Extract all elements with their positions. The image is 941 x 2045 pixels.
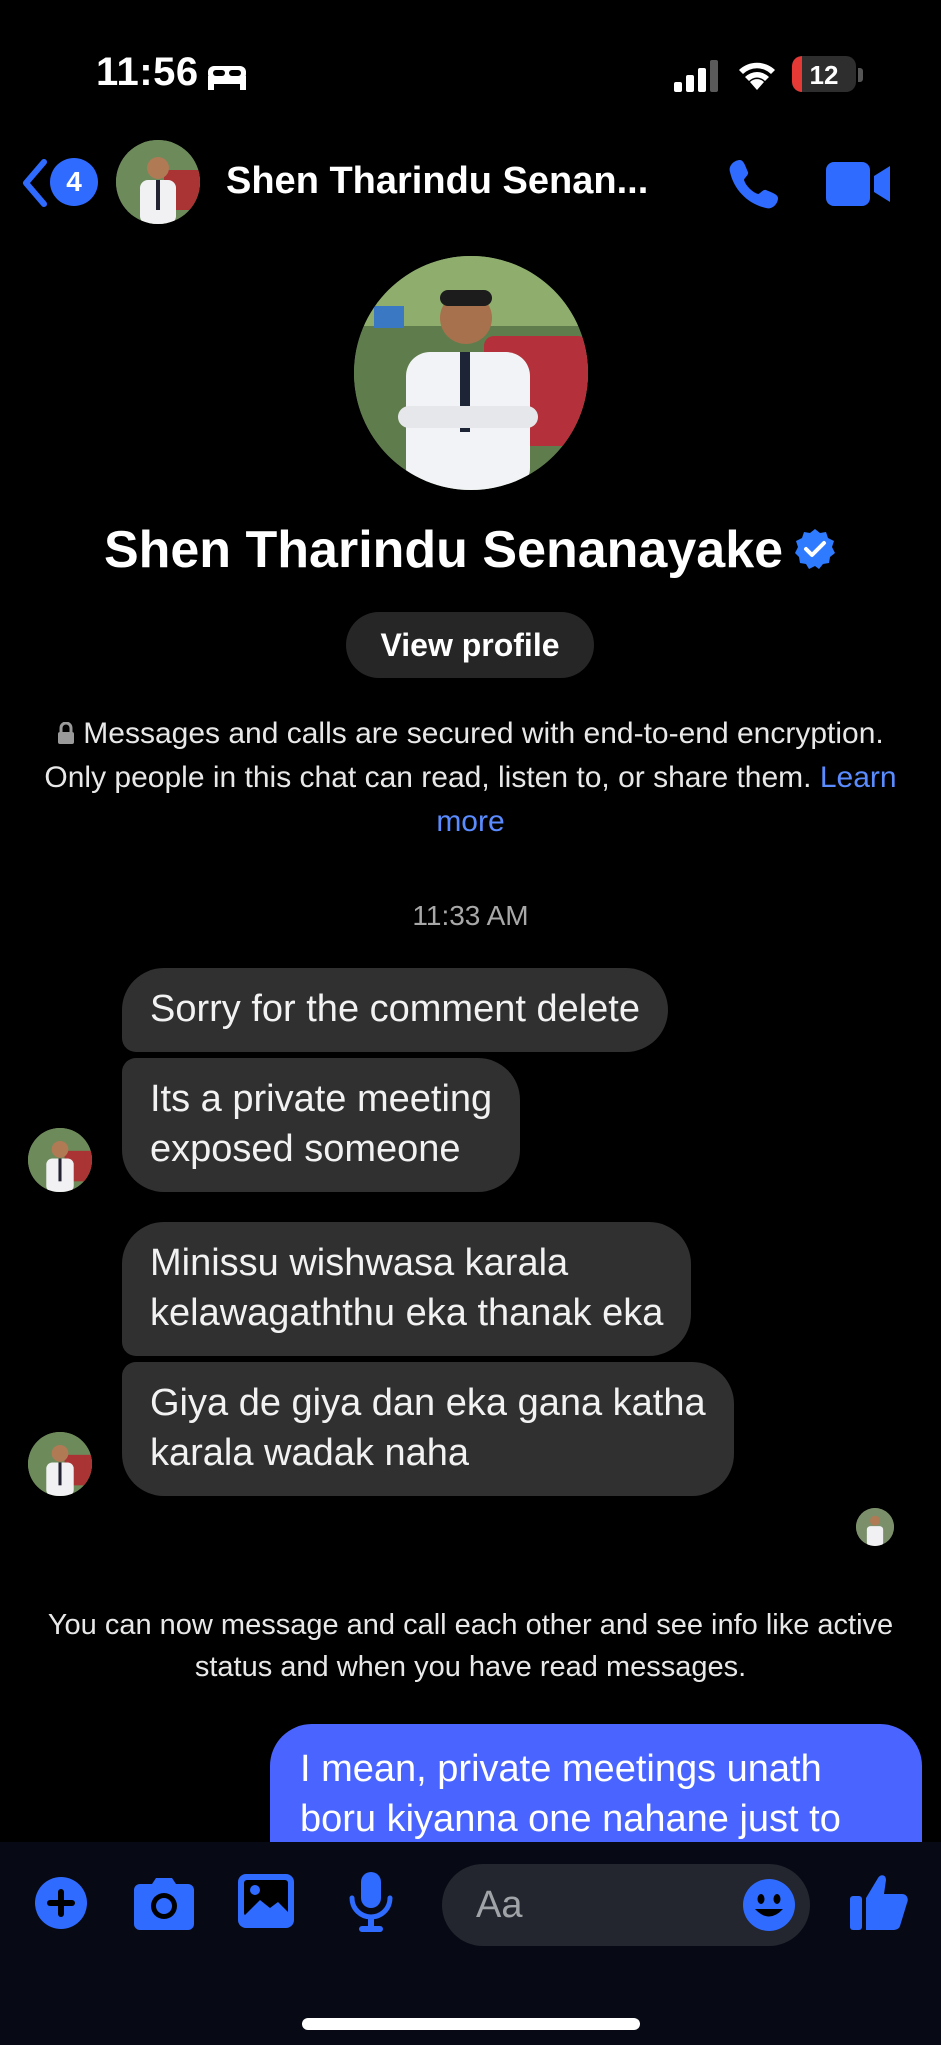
received-message[interactable]: Sorry for the comment delete <box>122 968 668 1052</box>
sender-avatar[interactable] <box>28 1432 92 1496</box>
profile-name: Shen Tharindu Senanayake <box>0 520 941 580</box>
camera-icon[interactable] <box>134 1876 194 1930</box>
video-camera-icon[interactable] <box>826 160 892 208</box>
back-button[interactable]: 4 <box>18 156 98 210</box>
avatar-image <box>28 1432 92 1496</box>
message-line: boru kiyanna one nahane just to <box>300 1798 841 1840</box>
signal-icon <box>674 60 718 92</box>
input-placeholder: Aa <box>476 1884 523 1926</box>
received-message[interactable]: Giya de giya dan eka gana katha karala w… <box>122 1362 734 1496</box>
battery-level: 12 <box>809 60 839 90</box>
message-line: karala wadak naha <box>150 1432 469 1474</box>
phone-icon[interactable] <box>726 156 782 212</box>
message-line: I mean, private meetings unath <box>300 1748 822 1790</box>
photo-icon[interactable] <box>238 1874 294 1928</box>
microphone-icon[interactable] <box>348 1872 394 1932</box>
message-line: Its a private meeting <box>150 1078 493 1120</box>
received-message[interactable]: Minissu wishwasa karala kelawagaththu ek… <box>122 1222 692 1356</box>
emoji-icon[interactable] <box>742 1878 796 1932</box>
verified-badge-icon <box>795 529 836 569</box>
bed-icon <box>208 66 246 90</box>
thumbs-up-icon[interactable] <box>850 1872 908 1932</box>
message-timestamp: 11:33 AM <box>412 900 529 931</box>
received-message[interactable]: Its a private meeting exposed someone <box>122 1058 521 1192</box>
contact-name[interactable]: Shen Tharindu Senan... <box>226 160 648 203</box>
profile-name-text: Shen Tharindu Senanayake <box>103 521 784 579</box>
header-avatar[interactable] <box>116 140 200 224</box>
system-notice: You can now message and call each other … <box>47 1609 894 1683</box>
sent-message[interactable]: I mean, private meetings unath boru kiya… <box>270 1724 922 1844</box>
chevron-left-icon <box>23 159 47 207</box>
view-profile-button[interactable]: View profile <box>346 612 594 678</box>
sender-avatar[interactable] <box>28 1128 92 1192</box>
plus-icon[interactable] <box>34 1876 88 1930</box>
profile-photo <box>354 256 588 490</box>
battery-nub <box>858 68 863 82</box>
message-line: kelawagaththu eka thanak eka <box>150 1292 664 1334</box>
message-line: Minissu wishwasa karala <box>150 1242 569 1284</box>
encryption-notice: Messages and calls are secured with end-… <box>40 712 901 844</box>
avatar-image <box>28 1128 92 1192</box>
avatar-image <box>116 140 200 224</box>
message-line: Giya de giya dan eka gana katha <box>150 1382 706 1424</box>
read-receipt-avatar <box>856 1508 894 1546</box>
profile-avatar[interactable] <box>354 256 588 490</box>
encryption-text: Messages and calls are secured with end-… <box>44 717 884 794</box>
status-time: 11:56 <box>96 50 199 94</box>
wifi-icon <box>739 62 775 90</box>
battery-indicator: 12 <box>792 56 856 92</box>
message-text: Sorry for the comment delete <box>150 988 640 1030</box>
lock-icon <box>58 722 75 744</box>
message-line: exposed someone <box>150 1128 461 1170</box>
home-indicator <box>302 2018 640 2030</box>
avatar-image <box>856 1508 894 1546</box>
unread-count-badge: 4 <box>50 158 98 206</box>
